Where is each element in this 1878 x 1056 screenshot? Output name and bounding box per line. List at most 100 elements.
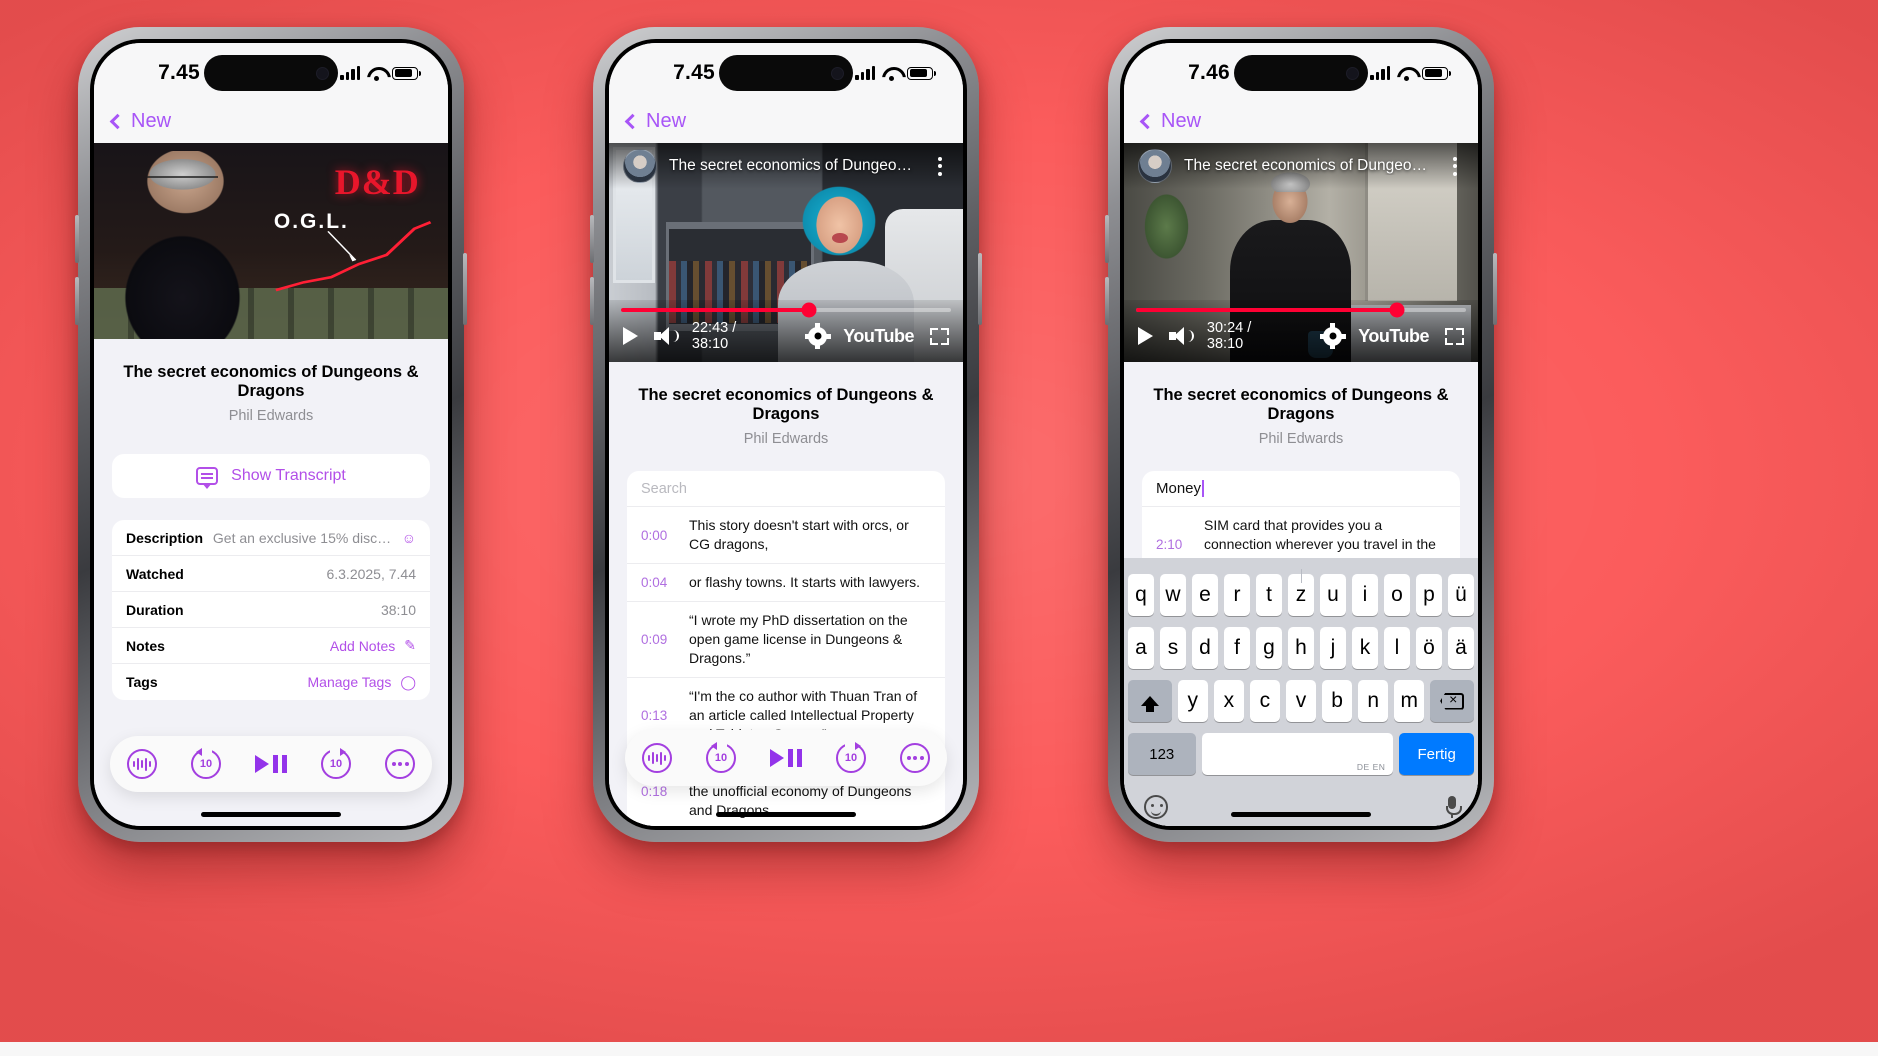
delete-key[interactable]: [1430, 680, 1474, 722]
detail-row-tags[interactable]: Tags Manage Tags ◯: [112, 664, 430, 700]
more-button[interactable]: [385, 749, 415, 779]
play-icon[interactable]: [623, 327, 638, 345]
key-n[interactable]: n: [1358, 680, 1389, 722]
transcript-time[interactable]: 0:09: [641, 632, 675, 647]
smiley-icon[interactable]: ☺: [402, 530, 416, 546]
phone2-volume-up[interactable]: [590, 215, 594, 263]
home-indicator[interactable]: [1231, 812, 1371, 817]
rewind-10-button[interactable]: 10: [191, 748, 221, 779]
kebab-menu-icon[interactable]: [931, 156, 949, 176]
transcript-row[interactable]: 0:00 This story doesn't start with orcs,…: [627, 507, 945, 565]
phone2-power[interactable]: [978, 253, 982, 325]
transcript-row[interactable]: 0:09 “I wrote my PhD dissertation on the…: [627, 602, 945, 679]
key-t[interactable]: t: [1256, 574, 1282, 616]
tag-icon[interactable]: ◯: [400, 674, 416, 691]
key-m[interactable]: m: [1394, 680, 1425, 722]
phone1-volume-up[interactable]: [75, 215, 79, 263]
key-k[interactable]: k: [1352, 627, 1378, 669]
key-u[interactable]: u: [1320, 574, 1346, 616]
phone1-power[interactable]: [463, 253, 467, 325]
key-r[interactable]: r: [1224, 574, 1250, 616]
fullscreen-icon[interactable]: [1445, 327, 1464, 345]
waveform-button[interactable]: [127, 749, 157, 779]
space-key[interactable]: DE EN: [1201, 733, 1394, 775]
transcript-time[interactable]: 0:04: [641, 575, 675, 590]
note-add-icon[interactable]: ✎: [404, 637, 416, 654]
key-q[interactable]: q: [1128, 574, 1154, 616]
progress-track[interactable]: [1136, 302, 1466, 318]
phone3-volume-up[interactable]: [1105, 215, 1109, 263]
key-h[interactable]: h: [1288, 627, 1314, 669]
key-auml[interactable]: ä: [1448, 627, 1474, 669]
key-f[interactable]: f: [1224, 627, 1250, 669]
video-thumbnail[interactable]: D&D O.G.L.: [94, 143, 448, 339]
home-indicator[interactable]: [716, 812, 856, 817]
key-y[interactable]: y: [1177, 680, 1208, 722]
channel-avatar[interactable]: [1138, 149, 1172, 183]
key-d[interactable]: d: [1192, 627, 1218, 669]
detail-row-notes[interactable]: Notes Add Notes ✎: [112, 628, 430, 664]
key-b[interactable]: b: [1322, 680, 1353, 722]
forward-10-button[interactable]: 10: [321, 748, 351, 779]
waveform-button[interactable]: [642, 743, 672, 773]
key-o[interactable]: o: [1384, 574, 1410, 616]
numbers-key[interactable]: 123: [1128, 733, 1196, 775]
key-l[interactable]: l: [1384, 627, 1410, 669]
back-button[interactable]: New: [109, 110, 171, 133]
gear-icon[interactable]: [1319, 323, 1346, 349]
forward-10-button[interactable]: 10: [836, 742, 866, 773]
channel-avatar[interactable]: [623, 149, 657, 183]
key-a[interactable]: a: [1128, 627, 1154, 669]
play-icon[interactable]: [1138, 327, 1153, 345]
add-notes-button[interactable]: Add Notes: [330, 638, 395, 654]
shift-key[interactable]: [1128, 680, 1172, 722]
key-e[interactable]: e: [1192, 574, 1218, 616]
phone1-volume-down[interactable]: [75, 277, 79, 325]
show-transcript-button[interactable]: Show Transcript: [112, 454, 430, 498]
transcript-row[interactable]: 0:04 or flashy towns. It starts with law…: [627, 564, 945, 603]
play-pause-button[interactable]: [770, 749, 802, 767]
progress-track[interactable]: [621, 302, 951, 318]
key-x[interactable]: x: [1213, 680, 1244, 722]
video-player[interactable]: The secret economics of Dungeons & … 30:…: [1124, 143, 1478, 362]
key-ouml[interactable]: ö: [1416, 627, 1442, 669]
progress-scrubber[interactable]: [1389, 302, 1405, 318]
transcript-time[interactable]: 0:00: [641, 528, 675, 543]
transcript-time[interactable]: 2:10: [1156, 537, 1190, 552]
volume-icon[interactable]: [654, 327, 679, 345]
transcript-time[interactable]: 0:18: [641, 784, 675, 799]
fullscreen-icon[interactable]: [930, 327, 949, 345]
microphone-icon[interactable]: [1446, 796, 1462, 818]
phone3-volume-down[interactable]: [1105, 277, 1109, 325]
kebab-menu-icon[interactable]: [1446, 156, 1464, 176]
phone2-volume-down[interactable]: [590, 277, 594, 325]
emoji-icon[interactable]: [1144, 795, 1168, 819]
key-uuml[interactable]: ü: [1448, 574, 1474, 616]
more-button[interactable]: [900, 743, 930, 773]
manage-tags-button[interactable]: Manage Tags: [308, 674, 392, 690]
transcript-time[interactable]: 0:13: [641, 708, 675, 723]
done-key[interactable]: Fertig: [1399, 733, 1474, 775]
key-s[interactable]: s: [1160, 627, 1186, 669]
phone3-power[interactable]: [1493, 253, 1497, 325]
search-input[interactable]: Search: [627, 471, 945, 507]
key-c[interactable]: c: [1249, 680, 1280, 722]
key-j[interactable]: j: [1320, 627, 1346, 669]
home-indicator[interactable]: [201, 812, 341, 817]
key-w[interactable]: w: [1160, 574, 1186, 616]
youtube-brand[interactable]: YouTube: [1358, 326, 1429, 347]
back-button[interactable]: New: [1139, 110, 1201, 133]
youtube-brand[interactable]: YouTube: [843, 326, 914, 347]
volume-icon[interactable]: [1169, 327, 1194, 345]
note-input[interactable]: Money: [1142, 471, 1460, 507]
gear-icon[interactable]: [804, 323, 831, 349]
back-button[interactable]: New: [624, 110, 686, 133]
key-g[interactable]: g: [1256, 627, 1282, 669]
key-i[interactable]: i: [1352, 574, 1378, 616]
key-p[interactable]: p: [1416, 574, 1442, 616]
video-player[interactable]: The secret economics of Dungeons & … 22:…: [609, 143, 963, 362]
progress-scrubber[interactable]: [801, 302, 817, 318]
rewind-10-button[interactable]: 10: [706, 742, 736, 773]
detail-row-description[interactable]: Description Get an exclusive 15% discoun…: [112, 520, 430, 556]
key-v[interactable]: v: [1285, 680, 1317, 722]
